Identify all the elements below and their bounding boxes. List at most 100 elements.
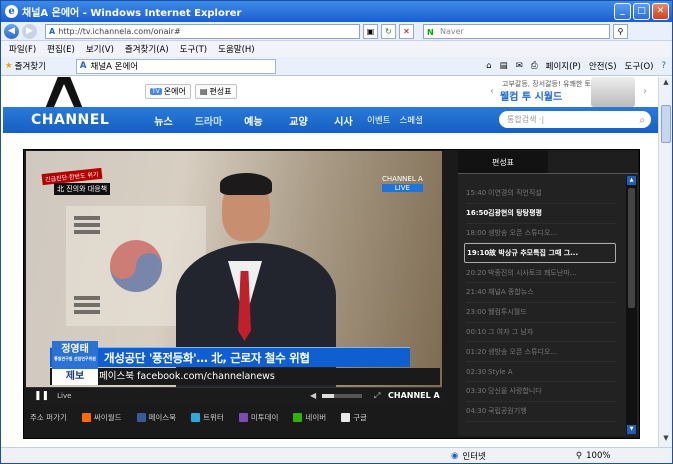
close-button[interactable]: ✕ [652,3,669,20]
schedule-scroll-thumb[interactable] [628,188,635,308]
site-search-input[interactable]: 통합검색 ·| ⌕ [499,111,651,128]
schedule-scroll-up-icon[interactable]: ▲ [627,176,636,185]
page-menu[interactable]: 페이지(P) [546,60,581,72]
menu-favorites[interactable]: 즐겨찾기(A) [125,43,169,55]
schedule-row[interactable]: 18:00 생방송 오픈 스튜디오... [466,224,616,244]
nav-entertainment[interactable]: 예능 [231,113,276,128]
search-placeholder: Naver [440,26,464,36]
safety-menu[interactable]: 안전(S) [589,60,617,72]
schedule-row[interactable]: 02:30 Style A [466,362,616,382]
schedule-title: Style A [488,367,513,376]
back-button[interactable]: ◀ [4,23,19,39]
share-cyworld-label: 싸이월드 [93,412,122,422]
fullscreen-icon[interactable]: ⤢ [374,391,380,401]
stop-button[interactable]: ✕ [399,23,414,39]
compat-view-button[interactable]: ▣ [363,23,378,39]
schedule-scroll-down-icon[interactable]: ▼ [627,425,636,434]
nav-event[interactable]: 이벤트 [367,114,390,126]
schedule-row[interactable]: 01:20 생방송 오픈 스튜디오... [466,342,616,363]
maximize-button[interactable]: □ [633,3,650,20]
schedule-title: 채널A 종합뉴스 [488,288,534,297]
nav-current-affairs[interactable]: 시사 [321,113,366,128]
forward-button[interactable]: ▶ [22,23,37,39]
ad-prev-icon[interactable]: ‹ [490,86,494,97]
tv-badge: TV [150,88,162,95]
share-google[interactable]: 구글 [341,412,367,423]
home-icon[interactable]: ⌂ [486,61,491,71]
tab-other[interactable] [548,151,638,174]
favorites-button[interactable]: 즐겨찾기 [15,60,46,72]
feeds-icon[interactable]: ▤ [500,61,508,71]
schedule-scrollbar[interactable]: ▲ ▼ [626,176,637,434]
onair-label: 온에어 [163,87,186,96]
schedule-time: 15:40 [466,189,487,198]
schedule-row[interactable]: 03:30 당신을 사랑합니다 [466,382,616,402]
player-brand: CHANNEL A [388,391,440,400]
menu-file[interactable]: 파일(F) [9,43,36,55]
pause-icon[interactable]: ❚❚ [34,391,49,401]
share-me2day-label: 미투데이 [250,412,279,422]
share-me2day[interactable]: 미투데이 [238,412,279,423]
schedule-time: 01:20 [466,347,487,356]
menu-edit[interactable]: 편집(E) [47,43,75,55]
help-icon[interactable]: ? [661,61,666,71]
share-naver[interactable]: 네이버 [293,412,326,423]
menu-help[interactable]: 도움말(H) [218,43,254,55]
schedule-row[interactable]: 19:10 故 박상규 추모특집 그때 그... [464,243,616,264]
banner-ad[interactable]: ‹ 고부갈등, 장서갈등! 유쾌한 토크쇼 웰컴 투 시월드 › [489,77,657,110]
share-twitter[interactable]: 트위터 [191,412,224,423]
onair-button[interactable]: TV 온에어 [145,84,191,99]
browser-window: e 채널A 온에어 - Windows Internet Explorer _ … [0,0,673,464]
schedule-time: 02:30 [466,367,487,376]
caption-bar: 개성공단 '풍전등화'… 北, 근로자 철수 위협 [50,347,410,367]
scroll-thumb[interactable] [661,105,671,143]
schedule-button[interactable]: ▤ 편성표 [194,84,237,99]
volume-icon[interactable]: ◀ [310,391,316,400]
schedule-row[interactable]: 23:00 웰컴투시월드 [466,303,616,323]
tools-menu[interactable]: 도구(O) [625,60,654,72]
naver-icon: N [427,27,434,37]
menu-tools[interactable]: 도구(T) [180,43,207,55]
volume-slider[interactable] [322,394,362,398]
ad-next-icon[interactable]: › [643,86,647,97]
video-frame[interactable]: 긴급진단·한반도 위기 北 진의와 대응책 CHANNEL A LIVE 개성공… [26,151,442,387]
scroll-up-icon[interactable]: ▲ [660,78,672,90]
cyworld-icon [81,412,91,422]
schedule-row[interactable]: 16:50 김광현의 탕탕평평 [466,204,616,224]
minimize-button[interactable]: _ [614,3,631,20]
nav-news[interactable]: 뉴스 [141,113,186,128]
print-icon[interactable]: ⎙ [531,61,538,71]
mail-icon[interactable]: ✉ [516,61,523,71]
url-text: http://tv.ichannela.com/onair# [58,26,181,36]
search-input[interactable]: N Naver [423,23,610,39]
share-facebook[interactable]: 페이스북 [136,412,176,423]
schedule-row[interactable]: 04:30 국립공원기행 [466,402,616,422]
tab-schedule[interactable]: 편성표 [458,151,548,174]
address-bar: ◀ ▶ A http://tv.ichannela.com/onair# ▣ ↻… [1,22,672,41]
schedule-row[interactable]: 15:40 이연경의 직언직설 [466,184,616,204]
address-input[interactable]: A http://tv.ichannela.com/onair# [45,23,360,39]
schedule-row[interactable]: 00:10 그 여자 그 남자 [466,323,616,343]
scroll-down-icon[interactable]: ▼ [660,434,672,446]
zoom-icon[interactable]: ⚲ [576,451,582,461]
nav-drama[interactable]: 드라마 [186,113,231,128]
site-logo[interactable]: CHANNEL [31,112,131,128]
share-cyworld[interactable]: 싸이월드 [81,412,122,423]
schedule-row[interactable]: 20:20 박종진의 시사토크 쾌도난마... [466,263,616,283]
schedule-title: 故 박상규 추모특집 그때 그... [489,249,579,258]
nav-culture[interactable]: 교양 [276,113,321,128]
nav-special[interactable]: 스페셜 [399,114,422,126]
caption-sub: 페이스북 facebook.com/channelanews [50,368,440,385]
search-button[interactable]: ⚲ [613,23,628,39]
web-page: TV 온에어 ▤ 편성표 ‹ 고부갈등, 장서갈등! 유쾌한 토크쇼 웰컴 투 … [3,77,658,447]
zoom-level[interactable]: 100% [586,451,610,461]
menu-view[interactable]: 보기(V) [86,43,114,55]
search-icon[interactable]: ⌕ [639,112,645,129]
share-google-label: 구글 [353,412,367,422]
page-scrollbar[interactable]: ▲ ▼ [658,77,672,447]
schedule-row[interactable]: 21:40 채널A 종합뉴스 [466,283,616,303]
refresh-button[interactable]: ↻ [381,23,396,39]
ad-image [591,77,635,107]
live-label: Live [57,392,72,400]
page-tab[interactable]: A 채널A 온에어 [75,58,276,74]
